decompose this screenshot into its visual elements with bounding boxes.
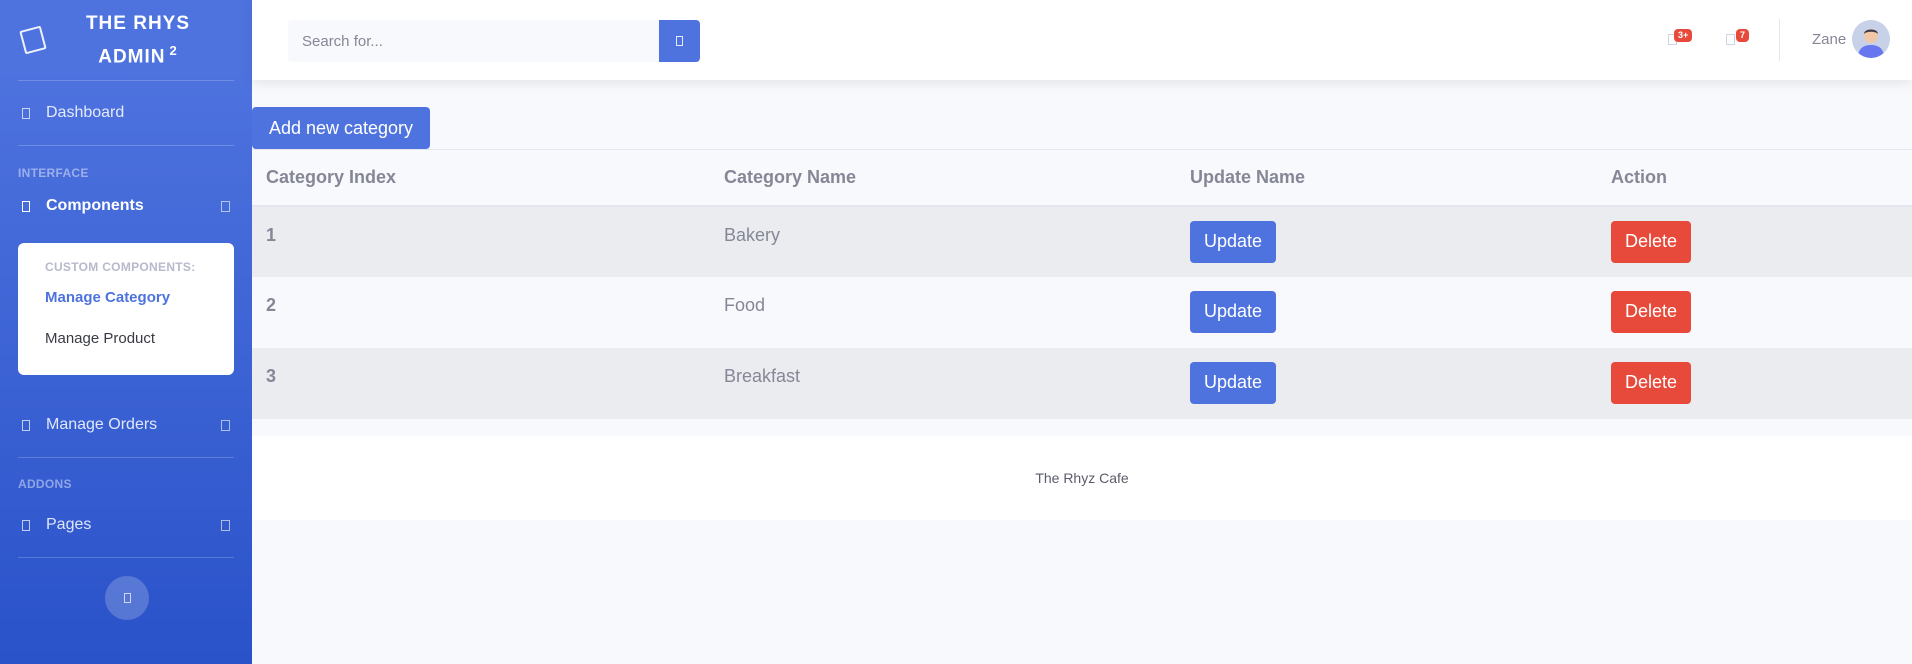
sidebar: The Rhys Admin 2 Dashboard Interface Comp… bbox=[0, 0, 252, 664]
table-row: 3 Breakfast Update Delete bbox=[252, 347, 1912, 419]
sidebar-heading-addons: Addons bbox=[18, 477, 72, 491]
cell-action: Delete bbox=[1597, 205, 1912, 277]
sidebar-toggle-button[interactable] bbox=[105, 576, 149, 620]
cell-name: Food bbox=[710, 276, 1176, 348]
user-avatar-icon bbox=[1852, 20, 1890, 58]
topbar: 3+ 7 Zane bbox=[252, 0, 1912, 80]
components-icon bbox=[22, 200, 30, 212]
update-button[interactable]: Update bbox=[1190, 220, 1277, 263]
cell-name: Breakfast bbox=[710, 347, 1176, 419]
update-button[interactable]: Update bbox=[1190, 290, 1277, 333]
sidebar-item-label: Pages bbox=[46, 516, 92, 533]
delete-button[interactable]: Delete bbox=[1611, 290, 1692, 333]
chevron-right-icon bbox=[221, 419, 230, 431]
column-header-name: Category Name bbox=[710, 149, 1176, 207]
cell-index: 2 bbox=[252, 276, 710, 348]
table-row: 1 Bakery Update Delete bbox=[252, 205, 1912, 277]
alerts-badge: 3+ bbox=[1674, 29, 1693, 42]
components-submenu: Custom Components: Manage Category Manag… bbox=[18, 243, 234, 375]
sidebar-item-label: Manage Orders bbox=[46, 416, 158, 433]
column-header-action: Action bbox=[1597, 149, 1912, 207]
brand-name: The Rhys Admin bbox=[85, 12, 191, 68]
sidebar-item-label: Components bbox=[46, 197, 144, 214]
sidebar-item-pages[interactable]: Pages bbox=[0, 493, 252, 557]
footer-copyright: The Rhyz Cafe bbox=[1035, 470, 1129, 486]
user-name[interactable]: Zane bbox=[1812, 31, 1846, 48]
sidebar-item-label: Dashboard bbox=[46, 104, 125, 121]
sidebar-brand[interactable]: The Rhys Admin 2 bbox=[0, 0, 252, 80]
submenu-header: Custom Components: bbox=[45, 260, 196, 274]
envelope-icon[interactable] bbox=[1726, 34, 1735, 45]
brand-logo-icon bbox=[19, 25, 47, 55]
column-header-update: Update Name bbox=[1176, 149, 1597, 207]
delete-button[interactable]: Delete bbox=[1611, 220, 1692, 263]
brand-superscript: 2 bbox=[169, 42, 178, 58]
messages-badge: 7 bbox=[1736, 29, 1750, 42]
sidebar-item-manage-orders[interactable]: Manage Orders bbox=[0, 393, 252, 457]
submenu-item-manage-product[interactable]: Manage Product bbox=[45, 328, 234, 369]
sidebar-divider bbox=[18, 457, 234, 458]
pages-icon bbox=[22, 519, 30, 531]
table-row: 2 Food Update Delete bbox=[252, 276, 1912, 348]
add-category-button[interactable]: Add new category bbox=[252, 107, 430, 149]
sidebar-divider bbox=[18, 557, 234, 558]
column-header-index: Category Index bbox=[252, 149, 710, 207]
cell-update: Update bbox=[1176, 347, 1597, 419]
chevron-down-icon bbox=[221, 200, 230, 212]
cell-action: Delete bbox=[1597, 347, 1912, 419]
sidebar-heading-interface: Interface bbox=[18, 166, 89, 180]
update-button[interactable]: Update bbox=[1190, 361, 1277, 404]
topbar-divider bbox=[1779, 19, 1780, 61]
sidebar-item-components[interactable]: Components bbox=[0, 180, 252, 232]
submenu-item-manage-category[interactable]: Manage Category bbox=[45, 287, 234, 328]
search-form bbox=[288, 20, 700, 62]
cell-action: Delete bbox=[1597, 276, 1912, 348]
cell-index: 3 bbox=[252, 347, 710, 419]
dashboard-icon bbox=[22, 107, 30, 119]
sidebar-divider bbox=[18, 145, 234, 146]
footer: The Rhyz Cafe bbox=[252, 436, 1912, 520]
chevron-left-icon bbox=[123, 593, 131, 603]
brand-title: The Rhys Admin 2 bbox=[44, 10, 252, 70]
category-table: Category Index Category Name Update Name… bbox=[252, 149, 1912, 419]
table-header-row: Category Index Category Name Update Name… bbox=[252, 149, 1912, 207]
cell-index: 1 bbox=[252, 205, 710, 277]
sidebar-item-dashboard[interactable]: Dashboard bbox=[0, 81, 252, 145]
delete-button[interactable]: Delete bbox=[1611, 361, 1692, 404]
search-input[interactable] bbox=[288, 20, 659, 62]
search-icon bbox=[676, 36, 683, 46]
avatar[interactable] bbox=[1852, 20, 1890, 58]
cell-update: Update bbox=[1176, 205, 1597, 277]
orders-icon bbox=[22, 419, 30, 431]
cell-name: Bakery bbox=[710, 205, 1176, 277]
chevron-right-icon bbox=[221, 519, 230, 531]
search-button[interactable] bbox=[659, 20, 700, 62]
cell-update: Update bbox=[1176, 276, 1597, 348]
